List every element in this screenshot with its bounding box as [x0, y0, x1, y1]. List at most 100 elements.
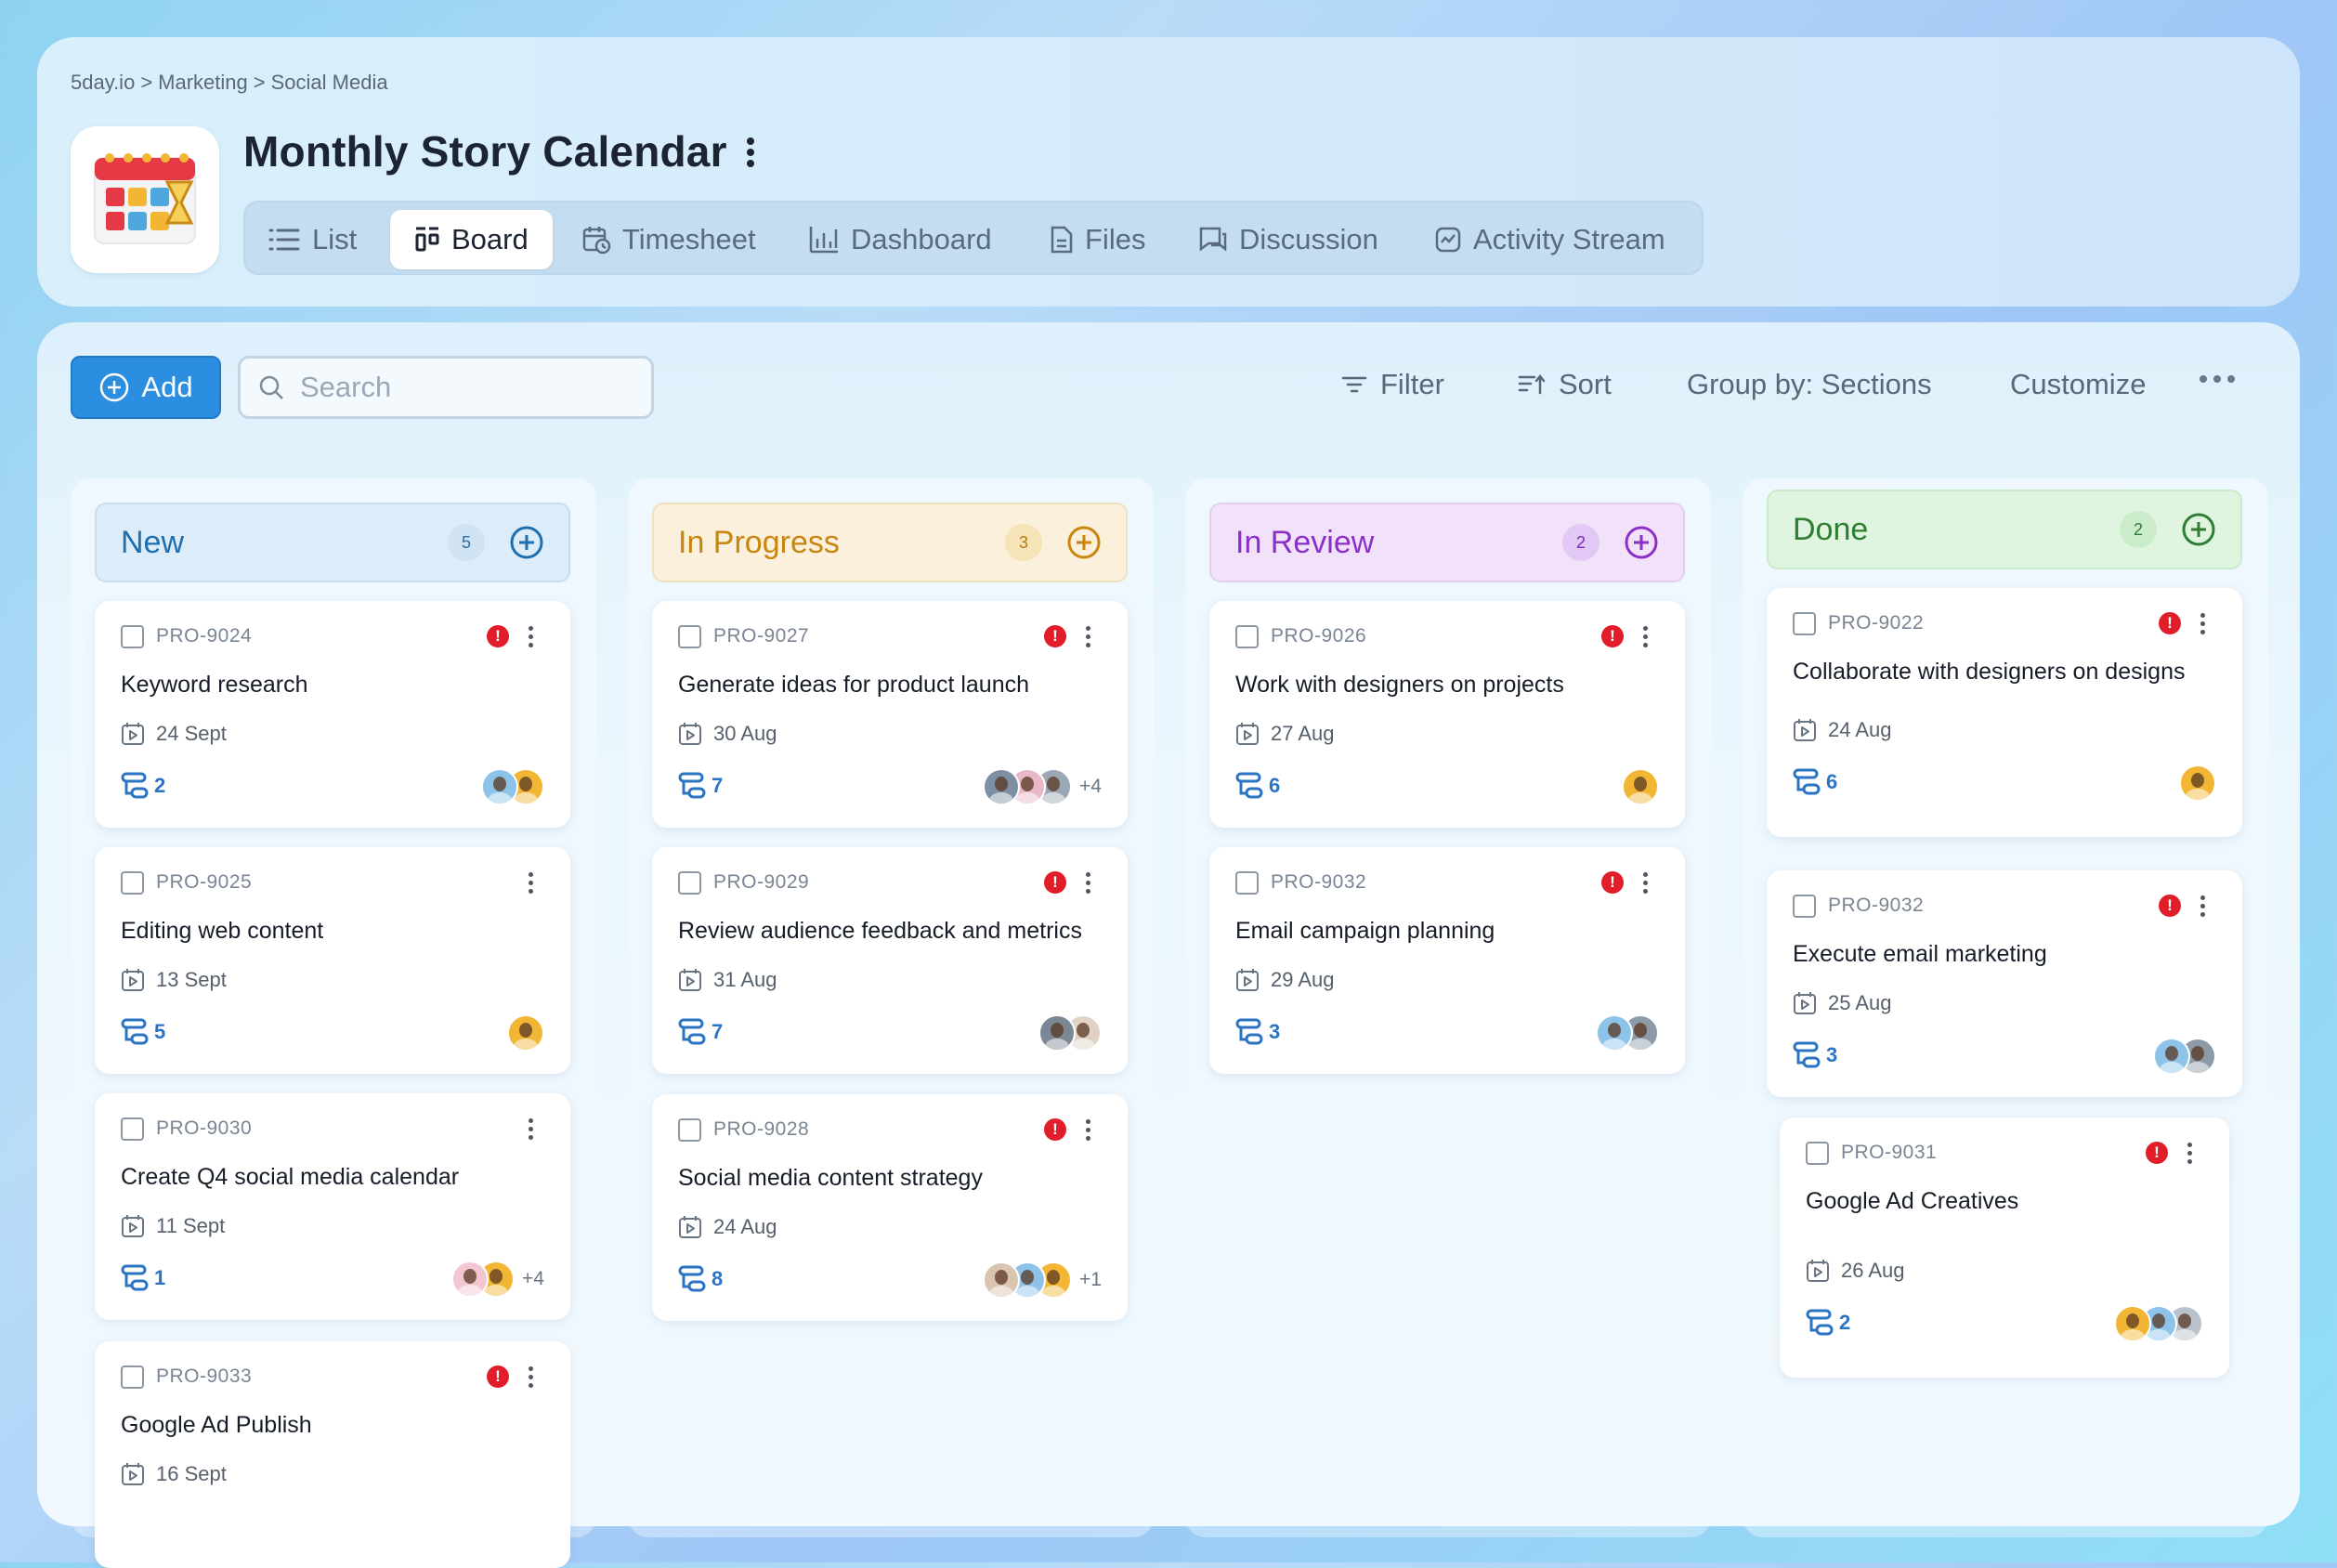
avatar	[507, 1014, 544, 1052]
task-card[interactable]: PRO-9030 Create Q4 social media calendar 1…	[95, 1093, 570, 1320]
task-card[interactable]: PRO-9032! Email campaign planning 29 Aug 3	[1209, 847, 1685, 1074]
card-menu-icon[interactable]	[2198, 895, 2207, 917]
card-menu-icon[interactable]	[1640, 626, 1650, 647]
card-menu-icon[interactable]	[526, 872, 535, 894]
tab-discussion[interactable]: Discussion	[1198, 210, 1378, 269]
add-task-button[interactable]	[1066, 525, 1102, 568]
task-title: Collaborate with designers on designs	[1793, 659, 2186, 685]
task-card[interactable]: PRO-9025 Editing web content 13 Sept 5	[95, 847, 570, 1074]
column-header: New 5	[95, 503, 570, 582]
filter-button[interactable]: Filter	[1341, 368, 1444, 401]
task-card[interactable]: PRO-9024! Keyword research 24 Sept 2	[95, 601, 570, 828]
assignee-avatars[interactable]	[2153, 1038, 2216, 1075]
customize-button[interactable]: Customize	[2010, 368, 2146, 401]
card-menu-icon[interactable]	[1640, 872, 1650, 894]
avatar	[2114, 1305, 2151, 1342]
task-checkbox[interactable]	[1235, 625, 1259, 648]
subtask-count[interactable]: 2	[1806, 1309, 1850, 1337]
subtask-count[interactable]: 2	[121, 772, 165, 800]
task-card[interactable]: PRO-9029! Review audience feedback and me…	[652, 847, 1128, 1074]
priority-alert-icon: !	[1601, 625, 1624, 647]
breadcrumb-item-marketing[interactable]: Marketing	[158, 71, 248, 94]
task-checkbox[interactable]	[1793, 895, 1816, 918]
task-checkbox[interactable]	[678, 625, 701, 648]
subtask-count[interactable]: 7	[678, 1018, 723, 1046]
due-date-text: 26 Aug	[1841, 1259, 1905, 1282]
due-date-text: 25 Aug	[1828, 991, 1892, 1014]
sort-icon	[1518, 373, 1546, 395]
card-menu-icon[interactable]	[1083, 872, 1092, 894]
sort-button[interactable]: Sort	[1518, 368, 1612, 401]
subtask-count[interactable]: 8	[678, 1265, 723, 1293]
subtask-count[interactable]: 3	[1235, 1018, 1280, 1046]
card-menu-icon[interactable]	[526, 1366, 535, 1388]
due-date-text: 31 Aug	[713, 968, 777, 991]
tab-dashboard[interactable]: Dashboard	[808, 210, 992, 269]
card-menu-icon[interactable]	[526, 626, 535, 647]
avatar	[2153, 1038, 2190, 1075]
card-menu-icon[interactable]	[526, 1118, 535, 1140]
assignee-avatars[interactable]	[2179, 764, 2216, 802]
task-checkbox[interactable]	[1235, 871, 1259, 895]
calendar-icon	[1807, 1260, 1829, 1282]
task-card[interactable]: PRO-9028! Social media content strategy 24…	[652, 1094, 1128, 1321]
task-card[interactable]: PRO-9031! Google Ad Creatives 26 Aug 2	[1780, 1117, 2229, 1378]
subtask-count[interactable]: 6	[1793, 768, 1837, 796]
tab-files[interactable]: Files	[1050, 210, 1145, 269]
due-date: 25 Aug	[1793, 991, 1892, 1015]
card-menu-icon[interactable]	[1083, 1119, 1092, 1141]
subtask-count-text: 1	[154, 1266, 166, 1289]
task-card[interactable]: PRO-9022! Collaborate with designers on d…	[1767, 588, 2242, 837]
add-button[interactable]: Add	[71, 356, 221, 419]
breadcrumb-item-workspace[interactable]: 5day.io	[71, 71, 135, 94]
assignee-avatars[interactable]	[481, 768, 544, 805]
subtask-count[interactable]: 6	[1235, 772, 1280, 800]
calendar-icon	[1236, 723, 1259, 745]
task-checkbox[interactable]	[1806, 1142, 1829, 1165]
subtask-count[interactable]: 5	[121, 1018, 165, 1046]
search-input[interactable]	[298, 370, 636, 405]
card-menu-icon[interactable]	[2198, 613, 2207, 634]
breadcrumb-item-social-media[interactable]: Social Media	[271, 71, 388, 94]
assignee-avatars[interactable]	[1038, 1014, 1102, 1052]
assignee-avatars[interactable]	[507, 1014, 544, 1052]
assignee-avatars[interactable]: +1	[983, 1261, 1102, 1299]
card-menu-icon[interactable]	[2185, 1143, 2194, 1164]
tab-list[interactable]: List	[268, 210, 357, 269]
task-checkbox[interactable]	[121, 871, 144, 895]
subtask-count[interactable]: 7	[678, 772, 723, 800]
subtask-count[interactable]: 1	[121, 1264, 165, 1292]
tab-activity-stream[interactable]: Activity Stream	[1434, 210, 1665, 269]
task-checkbox[interactable]	[1793, 612, 1816, 635]
task-card[interactable]: PRO-9026! Work with designers on projects…	[1209, 601, 1685, 828]
group-by-button[interactable]: Group by: Sections	[1687, 368, 1932, 401]
task-checkbox[interactable]	[121, 1365, 144, 1389]
assignee-avatars[interactable]	[1596, 1014, 1659, 1052]
assignee-avatars[interactable]	[1622, 768, 1659, 805]
board-more-icon[interactable]	[2200, 375, 2235, 383]
task-checkbox[interactable]	[678, 1118, 701, 1142]
assignee-avatars[interactable]: +4	[983, 768, 1102, 805]
plus-circle-icon	[100, 372, 129, 402]
assignee-avatars[interactable]: +4	[451, 1261, 544, 1298]
subtask-icon	[678, 772, 706, 799]
add-task-button[interactable]	[1624, 525, 1659, 568]
more-options-icon[interactable]	[739, 134, 762, 171]
task-checkbox[interactable]	[121, 1117, 144, 1141]
subtask-count[interactable]: 3	[1793, 1041, 1837, 1069]
task-card[interactable]: PRO-9033! Google Ad Publish 16 Sept	[95, 1341, 570, 1568]
add-task-button[interactable]	[509, 525, 544, 568]
card-menu-icon[interactable]	[1083, 626, 1092, 647]
tab-timesheet[interactable]: Timesheet	[581, 210, 756, 269]
due-date: 24 Aug	[678, 1215, 777, 1239]
task-checkbox[interactable]	[121, 625, 144, 648]
task-card[interactable]: PRO-9027! Generate ideas for product laun…	[652, 601, 1128, 828]
task-card[interactable]: PRO-9032! Execute email marketing 25 Aug 3	[1767, 870, 2242, 1097]
assignee-avatars[interactable]	[2114, 1305, 2203, 1342]
add-task-button[interactable]	[2181, 512, 2216, 555]
tab-board[interactable]: Board	[390, 210, 553, 269]
avatar	[1596, 1014, 1633, 1052]
task-checkbox[interactable]	[678, 871, 701, 895]
avatar	[1038, 1014, 1076, 1052]
column-count-badge: 2	[1562, 524, 1599, 561]
